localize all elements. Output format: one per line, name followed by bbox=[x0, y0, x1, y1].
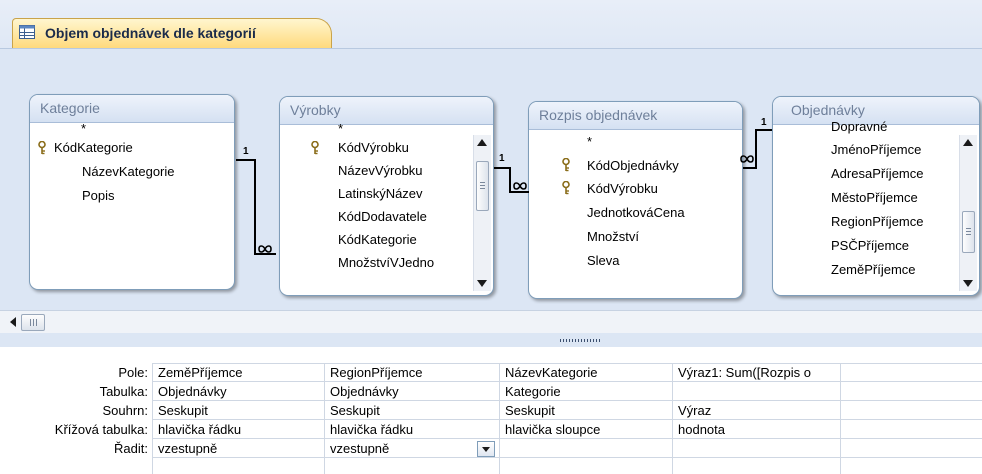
grid-column-2[interactable]: RegionPříjemce Objednávky Seskupit hlavi… bbox=[324, 363, 499, 474]
field-item[interactable]: JednotkováCena bbox=[587, 202, 685, 223]
dropdown-arrow-icon[interactable] bbox=[477, 441, 495, 457]
grid-cell-sort[interactable]: vzestupně bbox=[153, 439, 324, 458]
infinity-icon bbox=[740, 155, 754, 163]
grid-cell-field[interactable]: Výraz1: Sum([Rozpis o bbox=[673, 363, 840, 382]
document-tab-bar: Objem objednávek dle kategorií bbox=[0, 0, 982, 49]
infinity-icon bbox=[258, 245, 272, 253]
primary-key-icon bbox=[562, 158, 570, 172]
table-objednavky[interactable]: Objednávky Dopravné JménoPříjemce Adresa… bbox=[772, 96, 980, 296]
field-item[interactable]: ZeměPříjemce bbox=[831, 259, 916, 280]
grid-cell-total[interactable]: Seskupit bbox=[153, 401, 324, 420]
primary-key-icon bbox=[562, 181, 570, 195]
grid-column-4[interactable]: Výraz1: Sum([Rozpis o Výraz hodnota bbox=[672, 363, 840, 474]
grid-cell-table[interactable]: Objednávky bbox=[153, 382, 324, 401]
row-label-tabulka: Tabulka: bbox=[99, 384, 148, 399]
row-label-radit: Řadit: bbox=[114, 441, 148, 456]
row-label-souhrn: Souhrn: bbox=[102, 403, 148, 418]
field-item[interactable]: RegionPříjemce bbox=[831, 211, 924, 232]
row-label-pole: Pole: bbox=[118, 365, 148, 380]
grid-cell-field[interactable] bbox=[841, 363, 982, 382]
grid-cell-field[interactable]: RegionPříjemce bbox=[325, 363, 499, 382]
field-item[interactable]: * bbox=[81, 118, 86, 139]
table-vyrobky[interactable]: Výrobky * KódVýrobku NázevVýrobku Latins… bbox=[279, 96, 494, 296]
field-item[interactable]: Popis bbox=[82, 185, 115, 206]
grid-row-labels: Pole: Tabulka: Souhrn: Křížová tabulka: … bbox=[0, 363, 152, 458]
field-item[interactable]: KódKategorie bbox=[54, 137, 133, 158]
scroll-thumb[interactable] bbox=[21, 314, 45, 331]
primary-key-icon bbox=[311, 141, 319, 155]
field-list-scrollbar[interactable] bbox=[959, 135, 977, 291]
query-design-icon bbox=[19, 25, 35, 39]
relation-one-label: 1 bbox=[243, 146, 249, 157]
field-item[interactable]: PSČPříjemce bbox=[831, 235, 909, 256]
scroll-thumb[interactable] bbox=[962, 211, 975, 253]
field-item[interactable]: KódVýrobku bbox=[338, 137, 409, 158]
field-item[interactable]: KódDodavatele bbox=[338, 206, 427, 227]
sort-value: vzestupně bbox=[330, 441, 390, 456]
field-item[interactable]: KódVýrobku bbox=[587, 178, 658, 199]
grid-column-5[interactable] bbox=[840, 363, 982, 474]
field-item[interactable]: KódObjednávky bbox=[587, 155, 679, 176]
field-item[interactable]: NázevVýrobku bbox=[338, 160, 423, 181]
scroll-up-arrow-icon[interactable] bbox=[477, 139, 487, 146]
table-title[interactable]: Výrobky bbox=[280, 97, 493, 125]
field-item[interactable]: MnožstvíVJedno bbox=[338, 252, 434, 273]
field-item[interactable]: NázevKategorie bbox=[82, 161, 175, 182]
row-label-krizova-tabulka: Křížová tabulka: bbox=[54, 422, 148, 437]
grid-cell-total[interactable]: Výraz bbox=[673, 401, 840, 420]
table-rozpis-objednavek[interactable]: Rozpis objednávek * KódObjednávky KódVýr… bbox=[528, 101, 743, 299]
query-design-grid[interactable]: Pole: Tabulka: Souhrn: Křížová tabulka: … bbox=[0, 347, 982, 474]
design-horizontal-scrollbar[interactable] bbox=[0, 310, 982, 334]
grid-cell-total[interactable]: Seskupit bbox=[325, 401, 499, 420]
grid-cell-sort[interactable]: vzestupně bbox=[325, 439, 499, 458]
grid-cell-field[interactable]: NázevKategorie bbox=[500, 363, 672, 382]
scroll-down-arrow-icon[interactable] bbox=[963, 280, 973, 287]
grid-cell-field[interactable]: ZeměPříjemce bbox=[153, 363, 324, 382]
grid-cell-table[interactable] bbox=[841, 382, 982, 401]
grid-cell-crosstab[interactable]: hlavička řádku bbox=[153, 420, 324, 439]
infinity-icon bbox=[513, 182, 527, 190]
splitter-grip-icon[interactable] bbox=[560, 339, 600, 342]
field-item[interactable]: Dopravné bbox=[831, 116, 887, 137]
grid-cell-crosstab[interactable]: hlavička řádku bbox=[325, 420, 499, 439]
field-item[interactable]: AdresaPříjemce bbox=[831, 163, 923, 184]
field-item[interactable]: Množství bbox=[587, 226, 639, 247]
grid-column-3[interactable]: NázevKategorie Kategorie Seskupit hlavič… bbox=[499, 363, 672, 474]
grid-cell-total[interactable] bbox=[841, 401, 982, 420]
grid-cell-table[interactable] bbox=[673, 382, 840, 401]
table-kategorie[interactable]: Kategorie * KódKategorie NázevKategorie … bbox=[29, 94, 235, 290]
query-tab[interactable]: Objem objednávek dle kategorií bbox=[12, 18, 332, 49]
field-item[interactable]: Sleva bbox=[587, 250, 620, 271]
grid-cell-sort[interactable] bbox=[841, 439, 982, 458]
grid-column-1[interactable]: ZeměPříjemce Objednávky Seskupit hlavičk… bbox=[152, 363, 324, 474]
field-list-scrollbar[interactable] bbox=[473, 135, 491, 291]
grid-cell-crosstab[interactable]: hlavička sloupce bbox=[500, 420, 672, 439]
field-item[interactable]: MěstoPříjemce bbox=[831, 187, 918, 208]
grid-cell-crosstab[interactable] bbox=[841, 420, 982, 439]
primary-key-icon bbox=[38, 141, 46, 155]
field-item[interactable]: KódKategorie bbox=[338, 229, 417, 250]
field-item[interactable]: JménoPříjemce bbox=[831, 139, 921, 160]
field-item[interactable]: * bbox=[338, 118, 343, 139]
grid-cell-table[interactable]: Kategorie bbox=[500, 382, 672, 401]
pane-splitter[interactable] bbox=[0, 333, 982, 347]
scroll-left-arrow-icon[interactable] bbox=[10, 317, 16, 327]
grid-cell-crosstab[interactable]: hodnota bbox=[673, 420, 840, 439]
scroll-up-arrow-icon[interactable] bbox=[963, 139, 973, 146]
grid-cell-table[interactable]: Objednávky bbox=[325, 382, 499, 401]
relation-one-label: 1 bbox=[761, 117, 767, 128]
scroll-thumb[interactable] bbox=[476, 161, 489, 211]
grid-cell-sort[interactable] bbox=[673, 439, 840, 458]
grid-cell-total[interactable]: Seskupit bbox=[500, 401, 672, 420]
table-title[interactable]: Kategorie bbox=[30, 95, 234, 123]
field-item[interactable]: * bbox=[587, 131, 592, 152]
grid-cell-sort[interactable] bbox=[500, 439, 672, 458]
tab-title: Objem objednávek dle kategorií bbox=[45, 25, 256, 41]
scroll-down-arrow-icon[interactable] bbox=[477, 280, 487, 287]
relation-one-label: 1 bbox=[499, 153, 505, 164]
table-title[interactable]: Rozpis objednávek bbox=[529, 102, 742, 130]
query-design-area[interactable]: Kategorie * KódKategorie NázevKategorie … bbox=[0, 48, 982, 311]
field-item[interactable]: LatinskýNázev bbox=[338, 183, 423, 204]
